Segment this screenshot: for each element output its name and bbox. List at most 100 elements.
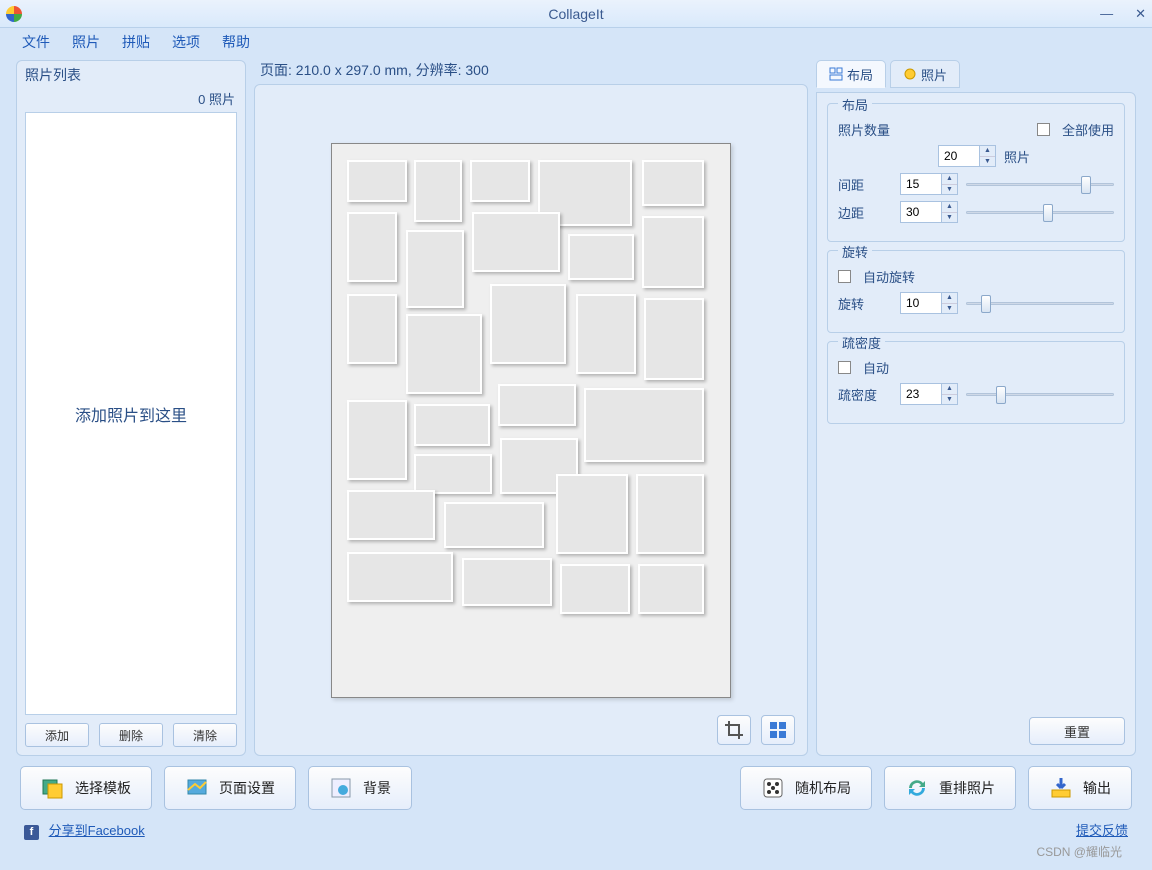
app-icon [6, 6, 22, 22]
collage-cell[interactable] [347, 212, 397, 282]
delete-button[interactable]: 删除 [99, 723, 163, 747]
page-icon [185, 776, 209, 800]
template-icon [41, 776, 65, 800]
margin-spinner[interactable]: ▲▼ [942, 201, 958, 223]
rotate-slider[interactable] [966, 293, 1114, 313]
count-input[interactable] [938, 145, 980, 167]
group-sparse: 疏密度 自动 疏密度 ▲▼ [827, 341, 1125, 424]
titlebar: CollageIt — ✕ [0, 0, 1152, 28]
collage-cell[interactable] [347, 552, 453, 602]
auto-sparse-checkbox[interactable] [838, 361, 851, 374]
reset-button[interactable]: 重置 [1029, 717, 1125, 745]
collage-cell[interactable] [406, 314, 482, 394]
export-button[interactable]: 输出 [1028, 766, 1132, 810]
menu-collage[interactable]: 拼贴 [122, 32, 150, 52]
collage-cell[interactable] [560, 564, 630, 614]
collage-cell[interactable] [642, 216, 704, 288]
collage-cell[interactable] [584, 388, 704, 462]
fit-button[interactable] [761, 715, 795, 745]
collage-cell[interactable] [556, 474, 628, 554]
collage-cell[interactable] [568, 234, 634, 280]
menu-file[interactable]: 文件 [22, 32, 50, 52]
collage-cell[interactable] [636, 474, 704, 554]
page-info: 页面: 210.0 x 297.0 mm, 分辨率: 300 [254, 60, 808, 84]
collage-cell[interactable] [406, 230, 464, 308]
menu-help[interactable]: 帮助 [222, 32, 250, 52]
collage-cell[interactable] [462, 558, 552, 606]
label-photo-count: 照片数量 [838, 120, 892, 139]
menu-options[interactable]: 选项 [172, 32, 200, 52]
spacing-input[interactable] [900, 173, 942, 195]
spacing-spinner[interactable]: ▲▼ [942, 173, 958, 195]
add-button[interactable]: 添加 [25, 723, 89, 747]
reshuffle-button[interactable]: 重排照片 [884, 766, 1016, 810]
collage-cell[interactable] [642, 160, 704, 206]
photo-icon [903, 67, 917, 81]
collage-cell[interactable] [490, 284, 566, 364]
sparse-input[interactable] [900, 383, 942, 405]
photo-drop-area[interactable]: 添加照片到这里 [25, 112, 237, 715]
clear-button[interactable]: 清除 [173, 723, 237, 747]
photo-list-panel: 照片列表 0 照片 添加照片到这里 添加 删除 清除 [16, 60, 246, 756]
menubar: 文件 照片 拼贴 选项 帮助 [0, 28, 1152, 56]
group-rotate: 旋转 自动旋转 旋转 ▲▼ [827, 250, 1125, 333]
footer: f 分享到Facebook 提交反馈 [0, 820, 1152, 848]
collage-cell[interactable] [414, 454, 492, 494]
close-button[interactable]: ✕ [1135, 6, 1146, 22]
layout-icon [829, 67, 843, 81]
collage-cell[interactable] [638, 564, 704, 614]
crop-button[interactable] [717, 715, 751, 745]
collage-cell[interactable] [470, 160, 530, 202]
facebook-icon: f [24, 825, 39, 840]
photo-list-title: 照片列表 [17, 61, 245, 87]
label-auto-rotate: 自动旋转 [863, 267, 915, 286]
background-icon [329, 776, 353, 800]
crop-icon [725, 721, 743, 739]
export-icon [1049, 776, 1073, 800]
canvas-area [254, 84, 808, 756]
collage-canvas[interactable] [331, 143, 731, 698]
tab-photo[interactable]: 照片 [890, 60, 960, 88]
collage-cell[interactable] [414, 160, 462, 222]
count-spinner[interactable]: ▲▼ [980, 145, 996, 167]
collage-cell[interactable] [472, 212, 560, 272]
group-layout: 布局 照片数量 全部使用 ▲▼ 照片 间距 [827, 103, 1125, 242]
auto-rotate-checkbox[interactable] [838, 270, 851, 283]
collage-cell[interactable] [347, 490, 435, 540]
spacing-slider[interactable] [966, 174, 1114, 194]
collage-cell[interactable] [414, 404, 490, 446]
page-setup-button[interactable]: 页面设置 [164, 766, 296, 810]
template-button[interactable]: 选择模板 [20, 766, 152, 810]
collage-cell[interactable] [498, 384, 576, 426]
drop-placeholder: 添加照片到这里 [75, 402, 187, 426]
menu-photo[interactable]: 照片 [72, 32, 100, 52]
collage-cell[interactable] [347, 160, 407, 202]
canvas-panel: 页面: 210.0 x 297.0 mm, 分辨率: 300 [254, 60, 808, 756]
label-sparse: 疏密度 [838, 385, 892, 404]
minimize-button[interactable]: — [1100, 6, 1113, 22]
collage-cell[interactable] [444, 502, 544, 548]
margin-slider[interactable] [966, 202, 1114, 222]
rotate-spinner[interactable]: ▲▼ [942, 292, 958, 314]
margin-input[interactable] [900, 201, 942, 223]
random-button[interactable]: 随机布局 [740, 766, 872, 810]
window-title: CollageIt [548, 6, 603, 22]
label-use-all: 全部使用 [1062, 120, 1114, 139]
rotate-input[interactable] [900, 292, 942, 314]
collage-cell[interactable] [347, 294, 397, 364]
feedback-link[interactable]: 提交反馈 [1076, 820, 1128, 840]
bottom-toolbar: 选择模板 页面设置 背景 随机布局 重排照片 输出 [0, 756, 1152, 820]
sparse-slider[interactable] [966, 384, 1114, 404]
dice-icon [761, 776, 785, 800]
use-all-checkbox[interactable] [1037, 123, 1050, 136]
refresh-icon [905, 776, 929, 800]
collage-cell[interactable] [644, 298, 704, 380]
label-spacing: 间距 [838, 175, 892, 194]
background-button[interactable]: 背景 [308, 766, 412, 810]
sparse-spinner[interactable]: ▲▼ [942, 383, 958, 405]
collage-cell[interactable] [347, 400, 407, 480]
collage-cell[interactable] [576, 294, 636, 374]
grid-icon [769, 721, 787, 739]
tab-layout[interactable]: 布局 [816, 60, 886, 88]
share-link[interactable]: 分享到Facebook [49, 823, 145, 838]
